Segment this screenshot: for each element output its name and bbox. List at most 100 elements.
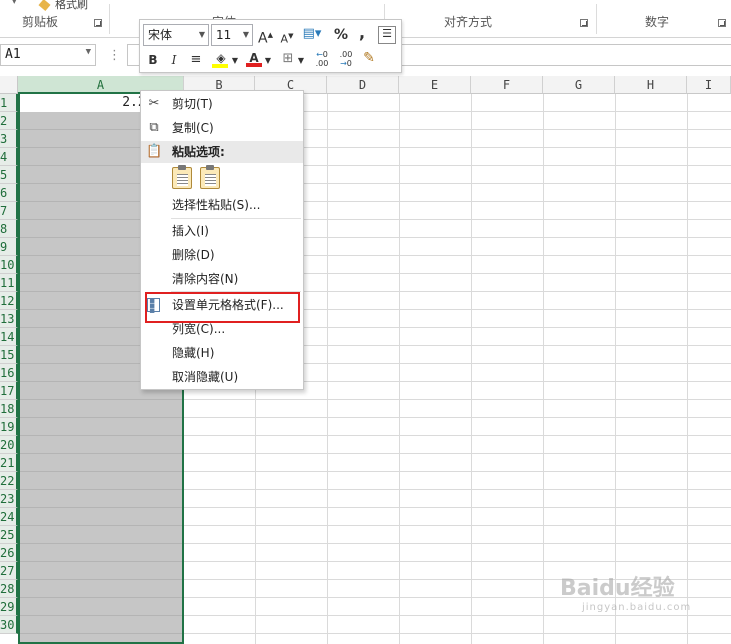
row-header[interactable]: 1 [0, 94, 18, 112]
select-all-corner[interactable] [0, 76, 18, 94]
column-divider [399, 94, 400, 644]
menu-item-insert[interactable]: 插入(I) [141, 220, 303, 242]
row-header[interactable]: 12 [0, 292, 18, 310]
fill-color-button[interactable]: ◈ [212, 50, 230, 68]
highlight-annotation [145, 292, 300, 323]
font-color-button[interactable]: A [246, 50, 262, 67]
chevron-down-icon[interactable]: ▼ [297, 53, 305, 69]
menu-item-copy[interactable]: ⧉ 复制(C) [141, 117, 303, 139]
row-header[interactable]: 30 [0, 616, 18, 634]
row-header[interactable]: 6 [0, 184, 18, 202]
name-box[interactable]: A1 ▼ [0, 44, 96, 66]
group-divider [596, 4, 597, 34]
row-header[interactable]: 25 [0, 526, 18, 544]
paste-keep-format-icon[interactable] [172, 165, 192, 189]
column-divider [615, 94, 616, 644]
column-divider [687, 94, 688, 644]
column-header-h[interactable]: H [615, 76, 687, 94]
row-header[interactable]: 2 [0, 112, 18, 130]
format-painter-icon[interactable]: ✎ [360, 50, 378, 66]
number-launcher-icon[interactable] [718, 19, 726, 27]
menu-item-paste-special[interactable]: 选择性粘贴(S)... [141, 194, 303, 216]
clipboard-icon: 📋 [146, 144, 163, 159]
chevron-down-icon[interactable]: ▼ [243, 25, 249, 45]
align-center-button[interactable]: ≡ [188, 52, 204, 68]
formula-input[interactable] [400, 44, 731, 66]
row-header[interactable]: 9 [0, 238, 18, 256]
column-header-g[interactable]: G [543, 76, 615, 94]
row-header[interactable]: 15 [0, 346, 18, 364]
arrow-left-icon: ← [316, 50, 323, 59]
decrease-decimal-button[interactable]: .00 →0 [336, 50, 356, 68]
column-divider [471, 94, 472, 644]
column-header-d[interactable]: D [327, 76, 399, 94]
column-divider [327, 94, 328, 644]
chevron-down-icon[interactable]: ▼ [199, 25, 205, 45]
row-header[interactable]: 8 [0, 220, 18, 238]
chevron-down-icon[interactable]: ▼ [231, 53, 239, 69]
row-header[interactable]: 4 [0, 148, 18, 166]
arrow-right-icon: → [340, 59, 347, 68]
row-header[interactable]: 10 [0, 256, 18, 274]
accounting-format-icon[interactable]: ▤▾ [301, 26, 323, 42]
watermark-logo: Baidu经验 jingyan.baidu.com [560, 576, 692, 613]
row-header[interactable]: 23 [0, 490, 18, 508]
menu-item-hide[interactable]: 隐藏(H) [141, 342, 303, 364]
row-header[interactable]: 11 [0, 274, 18, 292]
borders-icon[interactable]: ⊞ [280, 51, 296, 67]
row-header[interactable]: 5 [0, 166, 18, 184]
format-painter-icon [38, 0, 51, 11]
menu-item-cut[interactable]: ✂ 剪切(T) [141, 93, 303, 115]
comma-style-button[interactable]: , [357, 25, 367, 41]
row-header[interactable]: 27 [0, 562, 18, 580]
column-header-e[interactable]: E [399, 76, 471, 94]
row-header[interactable]: 20 [0, 436, 18, 454]
row-header[interactable]: 22 [0, 472, 18, 490]
shrink-font-button[interactable]: A▼ [280, 28, 294, 48]
chevron-down-icon[interactable]: ▾ [12, 0, 17, 7]
font-size-combo[interactable]: 11 ▼ [211, 24, 253, 46]
row-header[interactable]: 26 [0, 544, 18, 562]
row-header[interactable]: 28 [0, 580, 18, 598]
paste-values-icon[interactable] [200, 165, 220, 189]
chevron-down-icon[interactable]: ▼ [86, 47, 91, 57]
increase-decimal-button[interactable]: ←0.00 [312, 50, 332, 68]
alignment-launcher-icon[interactable] [580, 19, 588, 27]
context-menu: ✂ 剪切(T) ⧉ 复制(C) 📋 粘贴选项: 选择性粘贴(S)... 插入(I… [140, 90, 304, 390]
menu-item-delete[interactable]: 删除(D) [141, 244, 303, 266]
format-painter-button[interactable]: 格式刷 [38, 0, 88, 12]
column-divider [543, 94, 544, 644]
chevron-down-icon[interactable]: ▼ [264, 53, 272, 69]
scissors-icon: ✂ [148, 96, 160, 111]
row-header[interactable]: 7 [0, 202, 18, 220]
row-header[interactable]: 17 [0, 382, 18, 400]
italic-button[interactable]: I [168, 52, 180, 68]
row-header[interactable]: 14 [0, 328, 18, 346]
group-label-alignment: 对齐方式 [444, 15, 493, 29]
percent-button[interactable]: % [334, 27, 348, 43]
group-label-clipboard: 剪贴板 [22, 15, 59, 29]
menu-item-unhide[interactable]: 取消隐藏(U) [141, 366, 303, 388]
bold-button[interactable]: B [146, 52, 160, 68]
mini-toolbar: 宋体 ▼ 11 ▼ A▲ A▼ ▤▾ % , ☰ B I ≡ ◈ ▼ A ▼ ⊞… [139, 19, 402, 73]
row-header[interactable]: 24 [0, 508, 18, 526]
menu-item-clear-contents[interactable]: 清除内容(N) [141, 268, 303, 290]
row-header[interactable]: 3 [0, 130, 18, 148]
column-header-f[interactable]: F [471, 76, 543, 94]
menu-header-paste-options: 📋 粘贴选项: [141, 141, 303, 163]
grow-font-button[interactable]: A▲ [258, 27, 273, 47]
row-header[interactable]: 21 [0, 454, 18, 472]
group-divider [109, 4, 110, 34]
column-header-i[interactable]: I [687, 76, 731, 94]
group-label-number: 数字 [645, 15, 670, 29]
menu-separator [171, 218, 301, 219]
merge-cells-icon[interactable]: ☰ [378, 26, 396, 44]
row-header[interactable]: 29 [0, 598, 18, 616]
row-header[interactable]: 18 [0, 400, 18, 418]
font-name-combo[interactable]: 宋体 ▼ [143, 24, 209, 46]
clipboard-launcher-icon[interactable] [94, 19, 102, 27]
row-header[interactable]: 13 [0, 310, 18, 328]
row-header[interactable]: 19 [0, 418, 18, 436]
row-header[interactable]: 16 [0, 364, 18, 382]
drag-handle-icon[interactable]: ⋮ [108, 48, 121, 63]
